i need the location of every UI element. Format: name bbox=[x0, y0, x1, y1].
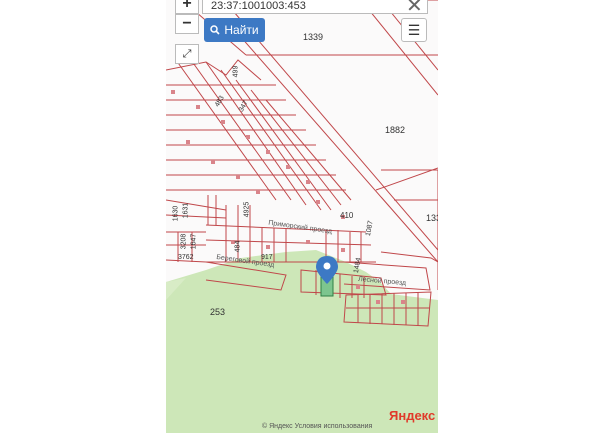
parcel-number: 253 bbox=[210, 307, 226, 317]
zoom-out-button[interactable]: − bbox=[175, 14, 199, 34]
parcel-number: 1882 bbox=[385, 125, 406, 135]
menu-button[interactable]: ☰ bbox=[401, 18, 427, 42]
parcel-number: 1647 bbox=[190, 233, 198, 250]
close-icon[interactable]: ✕ bbox=[406, 0, 423, 16]
parcel-number: 484 bbox=[234, 240, 242, 253]
parcel-number: 499 bbox=[232, 65, 240, 78]
parcel-number: 1630 bbox=[172, 205, 180, 222]
menu-icon: ☰ bbox=[407, 21, 421, 38]
fullscreen-icon: ⤢ bbox=[182, 47, 192, 60]
terms-link[interactable]: © Яндекс Условия использования bbox=[262, 423, 372, 430]
parcel-number: 1631 bbox=[182, 202, 190, 219]
find-button[interactable]: Найти bbox=[204, 18, 265, 42]
search-icon bbox=[210, 25, 220, 35]
parcel-number: 4925 bbox=[243, 201, 251, 218]
yandex-logo: Яндекс bbox=[389, 408, 436, 423]
fullscreen-button[interactable]: ⤢ bbox=[175, 44, 199, 64]
parcel-number: 1339 bbox=[303, 32, 324, 42]
parcel-number: 410 bbox=[340, 211, 354, 220]
parcel-number: 3208 bbox=[180, 233, 188, 250]
parcel-number: 133 bbox=[426, 213, 438, 223]
forest-area bbox=[166, 250, 438, 433]
parcel-number: 3762 bbox=[178, 254, 194, 261]
zoom-in-button[interactable]: + bbox=[175, 0, 199, 14]
search-field[interactable] bbox=[202, 0, 428, 14]
search-input[interactable] bbox=[211, 0, 391, 12]
find-button-label: Найти bbox=[224, 23, 259, 37]
map-view[interactable]: 1339 1882 133 253 410 1087 1484 917 3762… bbox=[166, 0, 438, 433]
cadastral-map bbox=[166, 0, 438, 433]
